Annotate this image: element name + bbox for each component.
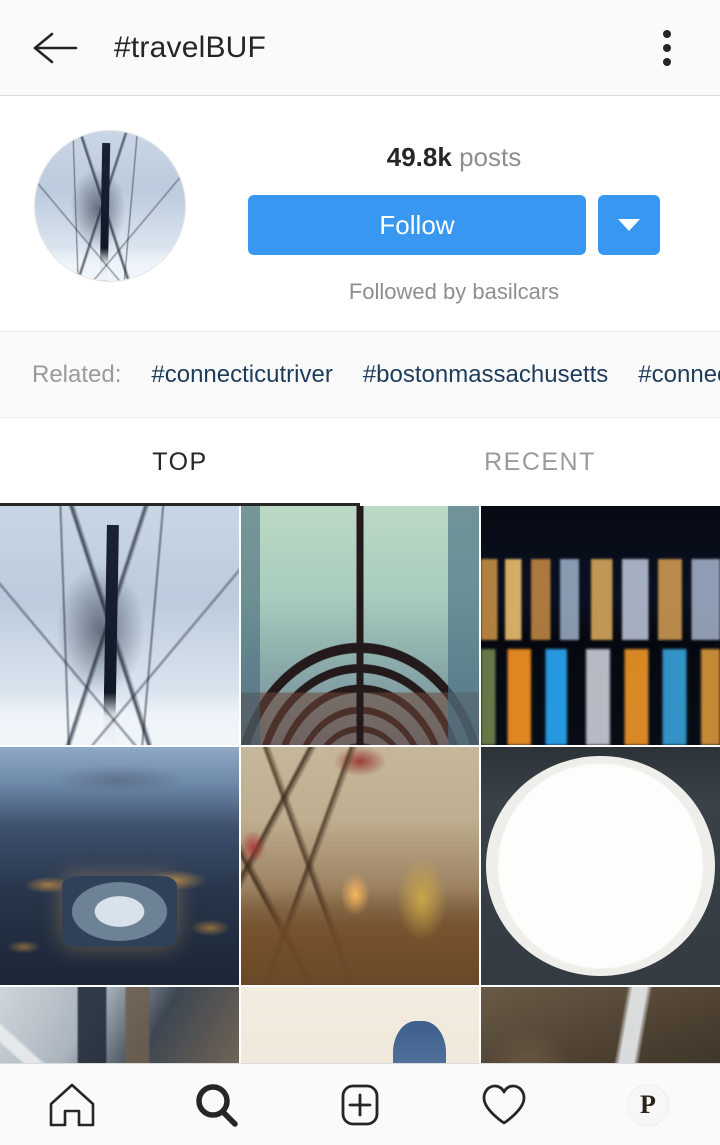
- post-thumbnail: [481, 506, 720, 745]
- post-great-hall-christmas-tree[interactable]: [240, 746, 480, 986]
- instagram-hashtag-page: #travelBUF 49.8k posts Follow Followed b…: [0, 0, 720, 1145]
- posts-count-line: 49.8k posts: [387, 142, 521, 173]
- menu-dot: [663, 57, 671, 66]
- post-snowy-trees[interactable]: [0, 506, 239, 745]
- nav-search[interactable]: [144, 1064, 288, 1145]
- post-thumbnail: [481, 746, 720, 986]
- tab-top[interactable]: TOP: [0, 418, 360, 506]
- nav-home[interactable]: [0, 1064, 144, 1145]
- follow-button-row: Follow: [214, 195, 694, 255]
- menu-dot: [663, 43, 671, 52]
- related-label: Related:: [32, 360, 122, 388]
- profile-details: 49.8k posts Follow Followed by basilcars: [194, 124, 694, 305]
- post-thumbnail: [0, 987, 239, 1063]
- post-rocky-waterfall[interactable]: [481, 987, 720, 1063]
- hashtag-profile-section: 49.8k posts Follow Followed by basilcars: [0, 96, 720, 332]
- bottom-navigation-bar: P: [0, 1063, 720, 1145]
- back-arrow-glyph: [33, 32, 78, 63]
- related-hashtag-3[interactable]: #connecticutgra: [638, 361, 720, 389]
- post-thumbnail: [240, 746, 480, 986]
- follow-button[interactable]: Follow: [248, 195, 586, 255]
- nav-profile[interactable]: P: [576, 1064, 720, 1145]
- avatar-container: [26, 124, 194, 282]
- post-bridge-structure[interactable]: [0, 987, 239, 1063]
- nav-activity[interactable]: [432, 1064, 576, 1145]
- back-arrow-icon[interactable]: [26, 19, 84, 77]
- post-thumbnail: [481, 987, 720, 1063]
- heart-icon: [482, 1084, 526, 1124]
- posts-count-label: posts: [459, 142, 522, 172]
- post-thumbnail: [240, 987, 480, 1063]
- post-pepperoni-pizza-slice[interactable]: [481, 746, 720, 986]
- post-thumbnail: [0, 506, 239, 745]
- posts-count-value: 49.8k: [386, 142, 452, 172]
- post-thumbnail: [240, 506, 480, 745]
- nav-new-post[interactable]: [288, 1064, 432, 1145]
- post-thumbnail: [0, 746, 239, 986]
- post-aerial-city-stadium[interactable]: [0, 746, 239, 986]
- post-child-winter-hat[interactable]: [240, 987, 480, 1063]
- hashtag-avatar[interactable]: [34, 130, 186, 282]
- chevron-down-icon: [618, 219, 640, 231]
- content-tabs: TOP RECENT: [0, 418, 720, 506]
- related-hashtags-bar[interactable]: Related: #connecticutriver #bostonmassac…: [0, 332, 720, 418]
- add-square-icon: [341, 1084, 379, 1125]
- follow-dropdown-button[interactable]: [598, 195, 660, 255]
- post-grid: [0, 506, 720, 1063]
- search-icon: [196, 1083, 238, 1127]
- tab-recent[interactable]: RECENT: [360, 418, 720, 506]
- menu-dot: [663, 29, 671, 38]
- more-options-icon[interactable]: [640, 19, 694, 77]
- avatar-image: [35, 131, 185, 281]
- followed-by-text: Followed by basilcars: [348, 279, 560, 304]
- post-arched-walkway[interactable]: [240, 506, 480, 745]
- related-hashtag-1[interactable]: #connecticutriver: [151, 361, 332, 389]
- profile-avatar-icon: P: [627, 1083, 669, 1126]
- app-header: #travelBUF: [0, 0, 720, 96]
- post-night-skyline-reflection[interactable]: [481, 506, 720, 745]
- page-title: #travelBUF: [114, 30, 267, 64]
- home-icon: [49, 1083, 95, 1126]
- related-hashtag-2[interactable]: #bostonmassachusetts: [363, 361, 608, 389]
